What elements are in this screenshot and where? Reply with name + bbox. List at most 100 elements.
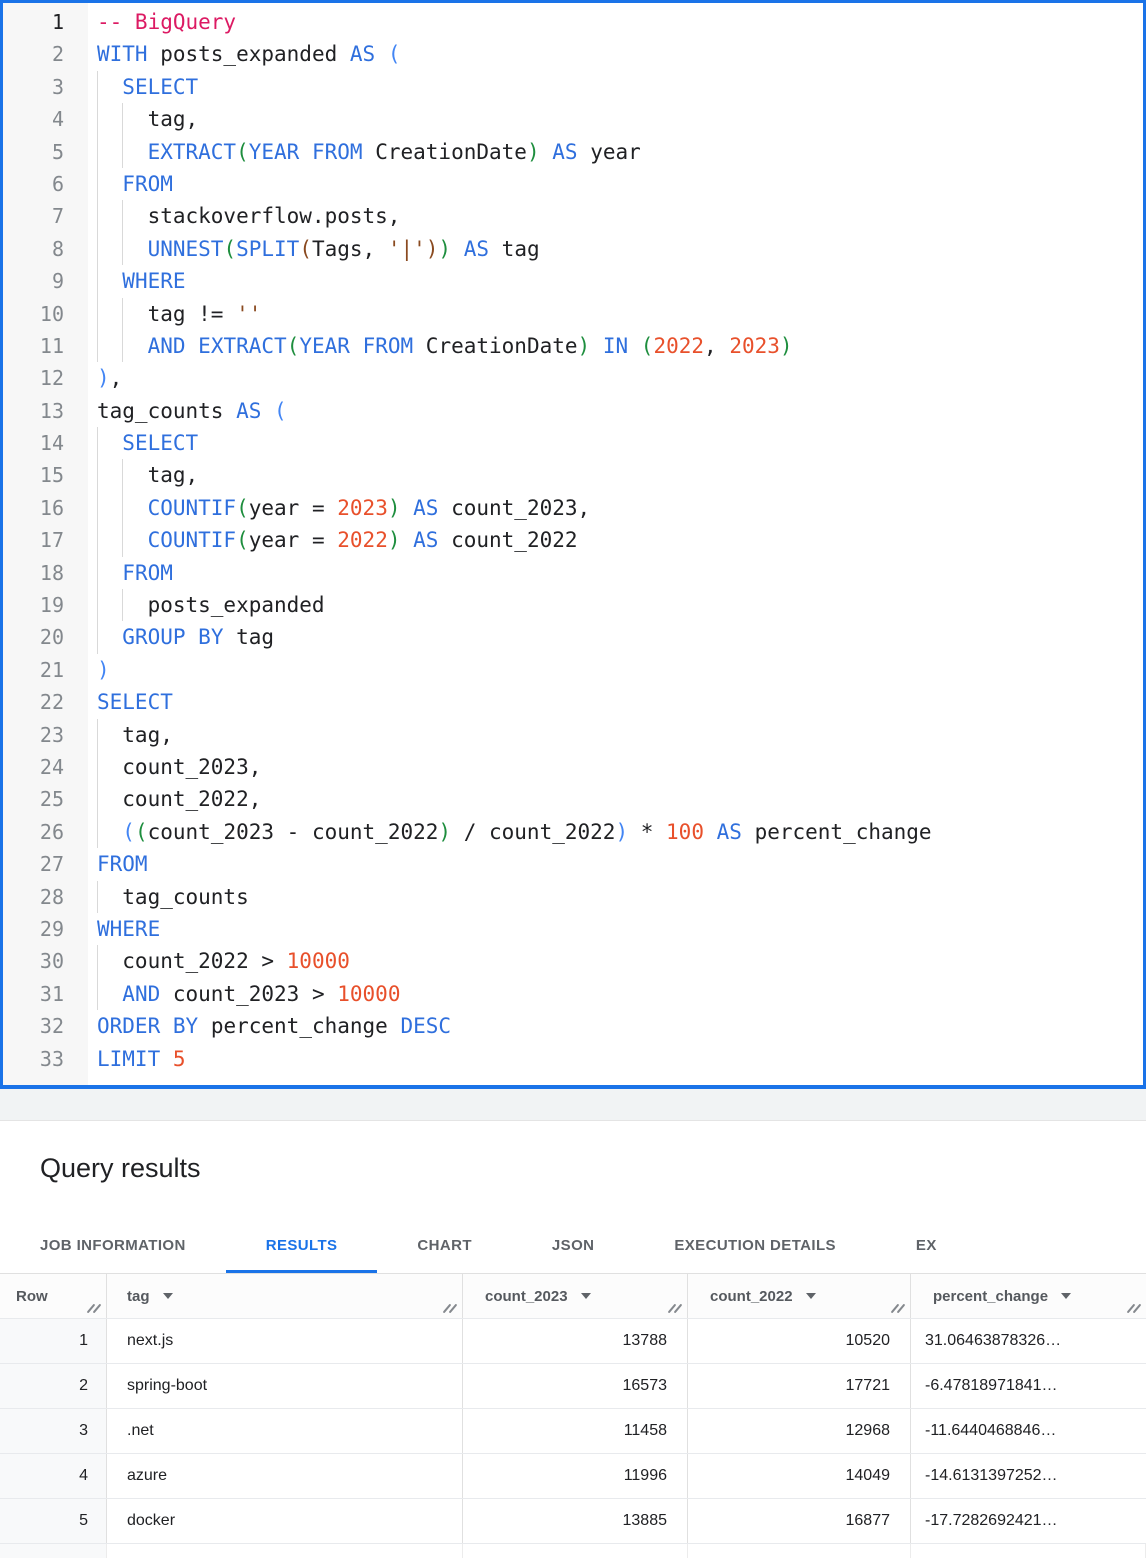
column-header-tag[interactable]: tag — [107, 1274, 463, 1318]
code-line[interactable]: 24 count_2023, — [3, 751, 1143, 783]
code-text: COUNTIF(year = 2022) AS count_2022 — [88, 524, 578, 556]
code-text: AND EXTRACT(YEAR FROM CreationDate) IN (… — [88, 330, 793, 362]
tab-ex[interactable]: EX — [876, 1217, 977, 1273]
code-line[interactable]: 7 stackoverflow.posts, — [3, 200, 1143, 232]
column-resize-handle[interactable] — [891, 1303, 905, 1316]
code-line[interactable]: 12), — [3, 362, 1143, 394]
code-line[interactable]: 32ORDER BY percent_change DESC — [3, 1010, 1143, 1042]
indent-guide — [97, 136, 98, 168]
tab-job-information[interactable]: JOB INFORMATION — [0, 1217, 226, 1273]
indent-guide — [97, 557, 98, 589]
column-header-count_2023[interactable]: count_2023 — [463, 1274, 688, 1318]
tab-chart[interactable]: CHART — [377, 1217, 512, 1273]
indent-guide — [97, 427, 98, 459]
tab-results[interactable]: RESULTS — [226, 1217, 378, 1273]
code-line[interactable]: 1-- BigQuery — [3, 6, 1143, 38]
code-line[interactable]: 18 FROM — [3, 557, 1143, 589]
code-line[interactable]: 9 WHERE — [3, 265, 1143, 297]
indent-guide — [97, 330, 98, 362]
indent-guide — [97, 168, 98, 200]
cell-count_2022: 17721 — [688, 1364, 911, 1408]
indent-guide — [97, 751, 98, 783]
indent-guide — [97, 103, 98, 135]
cell-tag: next.js — [107, 1319, 463, 1363]
indent-guide — [122, 200, 123, 232]
code-line[interactable]: 17 COUNTIF(year = 2022) AS count_2022 — [3, 524, 1143, 556]
code-line[interactable]: 3 SELECT — [3, 71, 1143, 103]
code-line[interactable]: 23 tag, — [3, 719, 1143, 751]
code-line[interactable]: 25 count_2022, — [3, 783, 1143, 815]
tab-execution-details[interactable]: EXECUTION DETAILS — [634, 1217, 876, 1273]
cell-row: 1 — [0, 1319, 107, 1363]
code-line[interactable]: 14 SELECT — [3, 427, 1143, 459]
line-number: 31 — [3, 978, 88, 1010]
line-number: 23 — [3, 719, 88, 751]
indent-guide — [97, 71, 98, 103]
code-text: -- BigQuery — [88, 6, 236, 38]
cell-count_2022: 12968 — [688, 1409, 911, 1453]
code-line[interactable]: 10 tag != '' — [3, 298, 1143, 330]
sort-dropdown-icon[interactable] — [806, 1293, 816, 1299]
results-header: Query results — [0, 1121, 1146, 1217]
indent-guide — [122, 492, 123, 524]
column-label: Row — [16, 1288, 48, 1305]
cell-empty — [463, 1544, 688, 1558]
sort-dropdown-icon[interactable] — [581, 1293, 591, 1299]
code-line[interactable]: 15 tag, — [3, 459, 1143, 491]
code-text: ), — [88, 362, 122, 394]
code-lines[interactable]: 1-- BigQuery2WITH posts_expanded AS (3 S… — [3, 3, 1143, 1075]
cell-empty — [107, 1544, 463, 1558]
code-line[interactable]: 2WITH posts_expanded AS ( — [3, 38, 1143, 70]
indent-guide — [122, 136, 123, 168]
code-line[interactable]: 13tag_counts AS ( — [3, 395, 1143, 427]
indent-guide — [97, 589, 98, 621]
column-resize-handle[interactable] — [668, 1303, 682, 1316]
code-line[interactable]: 8 UNNEST(SPLIT(Tags, '|')) AS tag — [3, 233, 1143, 265]
code-line[interactable]: 26 ((count_2023 - count_2022) / count_20… — [3, 816, 1143, 848]
indent-guide — [97, 265, 98, 297]
sort-dropdown-icon[interactable] — [1061, 1293, 1071, 1299]
column-header-row[interactable]: Row — [0, 1274, 107, 1318]
indent-guide — [97, 200, 98, 232]
line-number: 10 — [3, 298, 88, 330]
line-number: 14 — [3, 427, 88, 459]
column-resize-handle[interactable] — [87, 1303, 101, 1316]
line-number: 18 — [3, 557, 88, 589]
tab-json[interactable]: JSON — [512, 1217, 634, 1273]
code-line[interactable]: 11 AND EXTRACT(YEAR FROM CreationDate) I… — [3, 330, 1143, 362]
code-line[interactable]: 19 posts_expanded — [3, 589, 1143, 621]
code-text: tag != '' — [88, 298, 261, 330]
code-line[interactable]: 27FROM — [3, 848, 1143, 880]
cell-count_2022: 10520 — [688, 1319, 911, 1363]
code-line[interactable]: 22SELECT — [3, 686, 1143, 718]
line-number: 24 — [3, 751, 88, 783]
indent-guide — [97, 492, 98, 524]
sql-editor[interactable]: 1-- BigQuery2WITH posts_expanded AS (3 S… — [0, 0, 1146, 1089]
sort-dropdown-icon[interactable] — [163, 1293, 173, 1299]
code-line[interactable]: 21) — [3, 654, 1143, 686]
code-text: count_2022, — [88, 783, 261, 815]
code-line[interactable]: 28 tag_counts — [3, 881, 1143, 913]
code-line[interactable]: 16 COUNTIF(year = 2023) AS count_2023, — [3, 492, 1143, 524]
indent-guide — [122, 459, 123, 491]
code-line[interactable]: 4 tag, — [3, 103, 1143, 135]
code-line[interactable]: 29WHERE — [3, 913, 1143, 945]
line-number: 22 — [3, 686, 88, 718]
column-resize-handle[interactable] — [443, 1303, 457, 1316]
indent-guide — [122, 524, 123, 556]
code-text: ORDER BY percent_change DESC — [88, 1010, 451, 1042]
code-text: LIMIT 5 — [88, 1043, 186, 1075]
column-header-percent_change[interactable]: percent_change — [911, 1274, 1146, 1318]
cell-count_2023: 11996 — [463, 1454, 688, 1498]
column-header-count_2022[interactable]: count_2022 — [688, 1274, 911, 1318]
column-label: count_2023 — [485, 1288, 568, 1305]
code-line[interactable]: 31 AND count_2023 > 10000 — [3, 978, 1143, 1010]
code-line[interactable]: 20 GROUP BY tag — [3, 621, 1143, 653]
code-line[interactable]: 5 EXTRACT(YEAR FROM CreationDate) AS yea… — [3, 136, 1143, 168]
line-number: 28 — [3, 881, 88, 913]
code-line[interactable]: 30 count_2022 > 10000 — [3, 945, 1143, 977]
code-line[interactable]: 6 FROM — [3, 168, 1143, 200]
indent-guide — [122, 330, 123, 362]
column-resize-handle[interactable] — [1127, 1303, 1141, 1316]
code-line[interactable]: 33LIMIT 5 — [3, 1043, 1143, 1075]
